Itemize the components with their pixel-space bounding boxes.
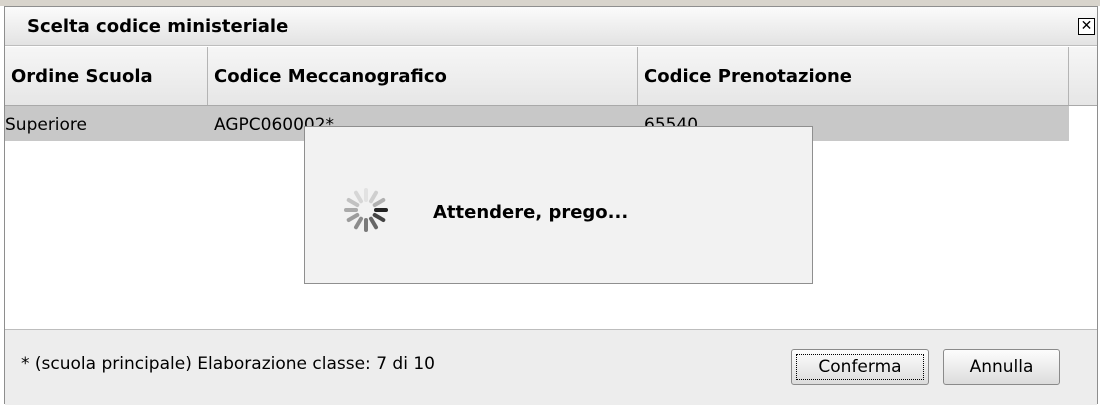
confirm-button[interactable]: Conferma — [791, 349, 929, 385]
cell-ordine-scuola: Superiore — [5, 115, 88, 135]
loading-message: Attendere, prego... — [433, 202, 629, 223]
dialog-titlebar[interactable]: Scelta codice ministeriale ✕ — [5, 7, 1097, 46]
loading-overlay: Attendere, prego... — [304, 126, 813, 284]
column-header-ordine-scuola[interactable]: Ordine Scuola — [5, 47, 208, 105]
column-header-codice-prenotazione[interactable]: Codice Prenotazione — [638, 47, 1069, 105]
close-button[interactable]: ✕ — [1078, 18, 1095, 35]
cancel-button-label: Annulla — [969, 357, 1034, 377]
dialog-footer: * (scuola principale) Elaborazione class… — [5, 329, 1097, 405]
spinner-icon — [344, 188, 388, 232]
close-icon: ✕ — [1080, 18, 1093, 34]
focus-ring — [796, 354, 924, 380]
column-header-codice-meccanografico[interactable]: Codice Meccanografico — [208, 47, 638, 105]
dialog-title: Scelta codice ministeriale — [27, 16, 289, 37]
table-header: Ordine Scuola Codice Meccanografico Codi… — [5, 47, 1097, 106]
status-text: * (scuola principale) Elaborazione class… — [21, 354, 435, 374]
cancel-button[interactable]: Annulla — [943, 349, 1060, 385]
